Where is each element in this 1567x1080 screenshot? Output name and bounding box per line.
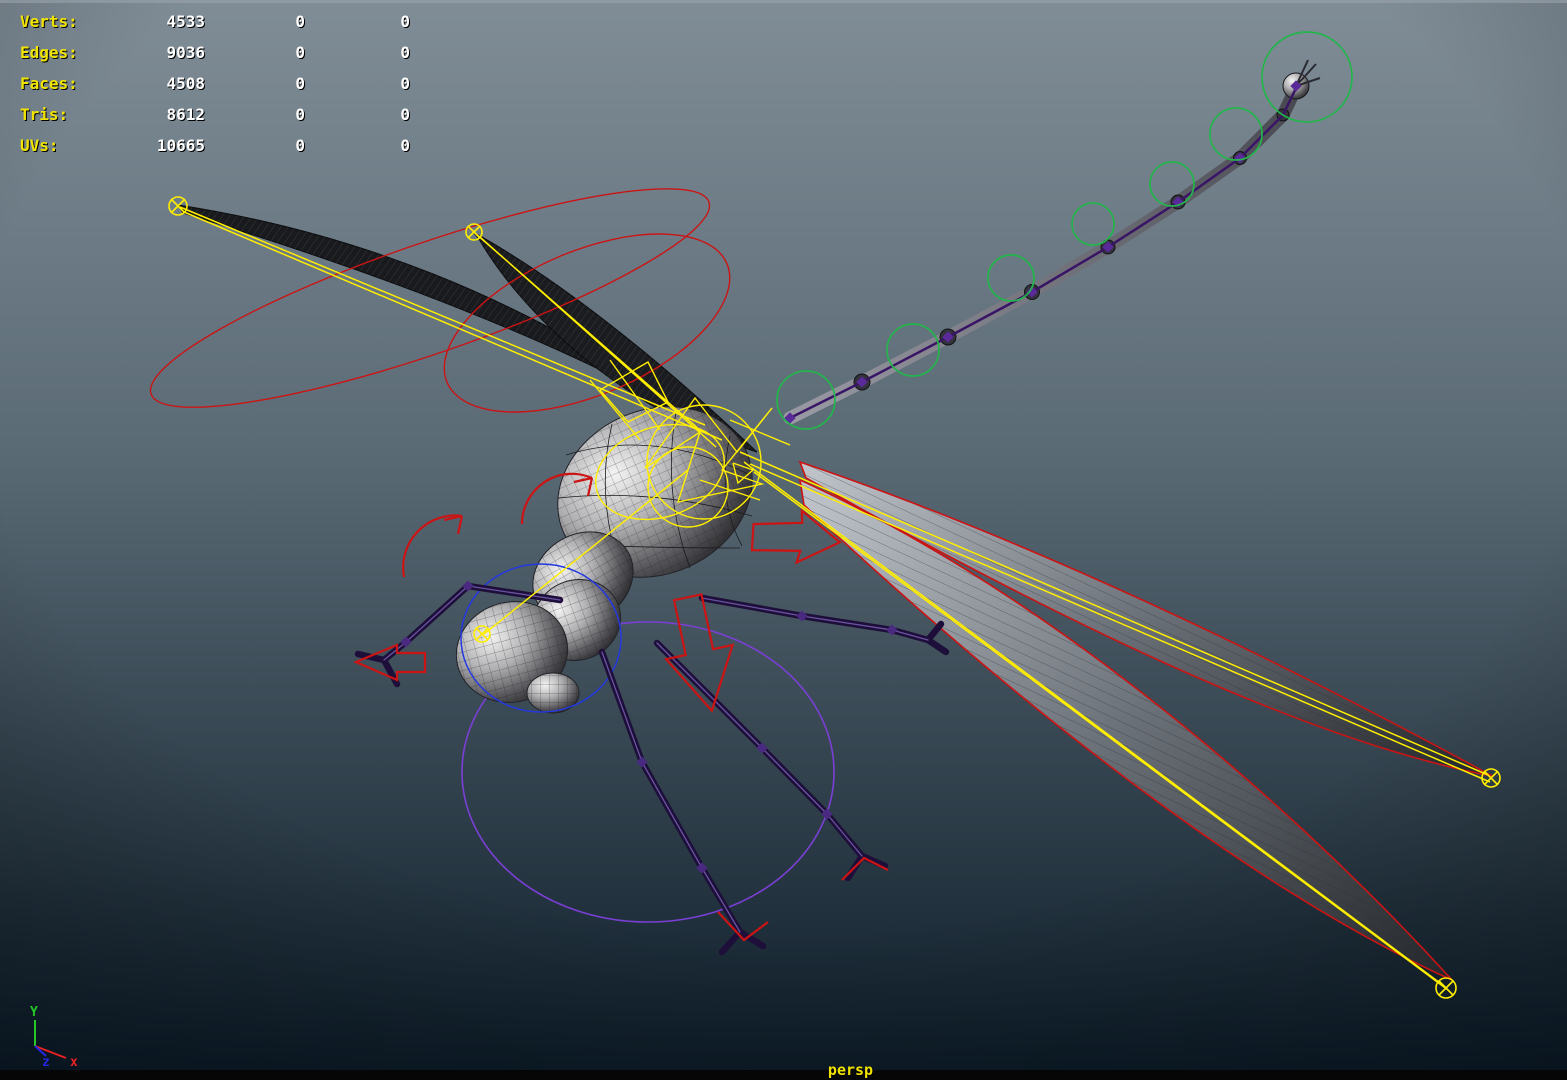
viewport-top-edge [0,0,1567,3]
hud-poly-counts: Verts: 4533 0 0 Edges: 9036 0 0 Faces: 4… [20,6,410,161]
hud-stat-label: UVs: [20,136,59,155]
axis-gizmo: Y z x [30,1005,78,1068]
x-axis-icon: x [70,1055,78,1068]
hud-stat-col2: 0 [295,136,305,155]
hud-row: UVs: 10665 0 0 [20,130,410,161]
viewport-canvas[interactable]: Verts: 4533 0 0 Edges: 9036 0 0 Faces: 4… [0,0,1567,1080]
hud-stat-col2: 0 [295,12,305,31]
camera-name-label: persp [827,1061,874,1079]
hud-stat-col2: 0 [295,74,305,93]
hud-stat-total: 4533 [166,12,205,31]
hud-row: Faces: 4508 0 0 [20,68,410,99]
hud-row: Verts: 4533 0 0 [20,6,410,37]
z-axis-icon: z [42,1055,50,1068]
hud-stat-col3: 0 [400,136,410,155]
hud-row: Edges: 9036 0 0 [20,37,410,68]
hud-stat-total: 10665 [156,136,205,155]
x-axis-line [34,1045,67,1059]
hud-stat-label: Faces: [20,74,78,93]
hud-stat-label: Tris: [20,105,69,124]
hud-row: Tris: 8612 0 0 [20,99,410,130]
hud-stat-total: 9036 [166,43,205,62]
y-axis-icon: Y [30,1005,38,1020]
hud-stat-col3: 0 [400,74,410,93]
hud-stat-col3: 0 [400,43,410,62]
hud-stat-col3: 0 [400,105,410,124]
hud-stat-col3: 0 [400,12,410,31]
hud-stat-label: Verts: [20,12,78,31]
hud-stat-total: 8612 [166,105,205,124]
scene[interactable] [0,0,1567,1080]
hud-stat-label: Edges: [20,43,78,62]
hud-stat-col2: 0 [295,43,305,62]
hud-stat-col2: 0 [295,105,305,124]
hud-stat-total: 4508 [166,74,205,93]
